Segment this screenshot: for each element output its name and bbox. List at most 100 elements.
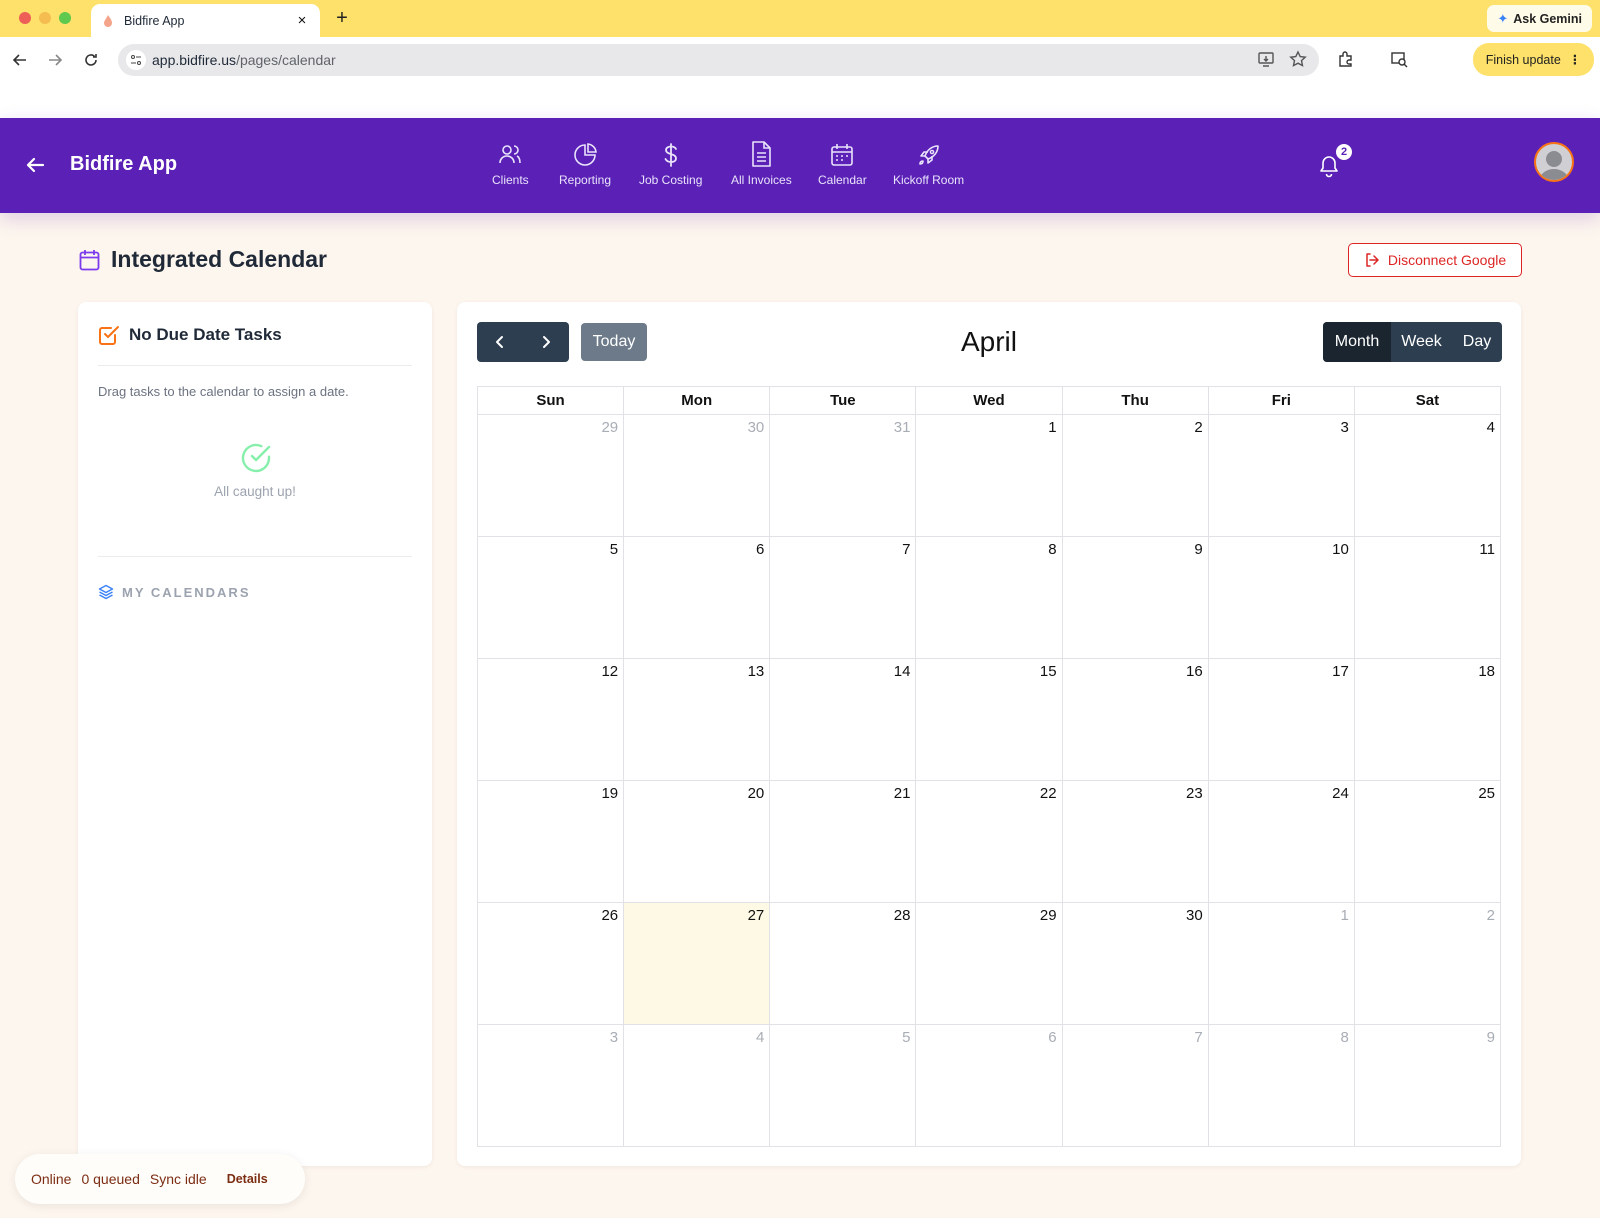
back-arrow-icon[interactable] — [24, 154, 46, 176]
calendar-icon — [79, 249, 100, 270]
user-avatar[interactable] — [1534, 142, 1574, 182]
tab-search-icon[interactable] — [1390, 50, 1408, 73]
ask-gemini-button[interactable]: ✦ Ask Gemini — [1487, 5, 1592, 32]
day-cell[interactable]: 28 — [769, 902, 917, 1025]
sync-status: Sync idle — [149, 1171, 207, 1187]
weekday-header: Fri — [1207, 386, 1355, 415]
day-cell[interactable]: 12 — [476, 658, 625, 781]
prev-month-button[interactable] — [477, 322, 523, 362]
view-week-button[interactable]: Week — [1391, 322, 1452, 362]
details-button[interactable]: Details — [227, 1172, 268, 1186]
day-cell[interactable]: 23 — [1061, 780, 1209, 903]
day-cell[interactable]: 7 — [1061, 1024, 1209, 1147]
install-app-icon[interactable] — [1257, 50, 1275, 73]
new-tab-button[interactable]: + — [332, 6, 352, 30]
day-cell[interactable]: 8 — [1207, 1024, 1355, 1147]
day-cell[interactable]: 16 — [1061, 658, 1209, 781]
disconnect-google-button[interactable]: Disconnect Google — [1348, 243, 1522, 277]
day-cell[interactable]: 31 — [769, 414, 917, 537]
day-cell[interactable]: 13 — [623, 658, 771, 781]
day-cell[interactable]: 24 — [1207, 780, 1355, 903]
queued-count: 0 queued — [81, 1171, 140, 1187]
week-row: 29 30 31 1 2 3 4 — [476, 414, 1502, 537]
day-cell[interactable]: 1 — [1207, 902, 1355, 1025]
day-cell[interactable]: 1 — [915, 414, 1063, 537]
day-cell[interactable]: 8 — [915, 536, 1063, 659]
day-cell[interactable]: 3 — [1207, 414, 1355, 537]
my-calendars-heading[interactable]: MY CALENDARS — [98, 584, 251, 600]
users-icon — [499, 145, 522, 164]
logout-icon — [1366, 253, 1379, 267]
day-cell[interactable]: 4 — [623, 1024, 771, 1147]
weekday-header: Mon — [623, 386, 771, 415]
day-cell[interactable]: 21 — [769, 780, 917, 903]
day-cell[interactable]: 2 — [1061, 414, 1209, 537]
nav-all-invoices[interactable]: All Invoices — [731, 140, 792, 187]
day-cell-today[interactable]: 27 — [623, 902, 771, 1025]
ask-gemini-label: Ask Gemini — [1513, 11, 1582, 26]
close-tab-icon[interactable]: × — [294, 12, 310, 29]
day-cell[interactable]: 22 — [915, 780, 1063, 903]
today-button[interactable]: Today — [581, 323, 647, 361]
day-cell[interactable]: 11 — [1353, 536, 1502, 659]
panel-title: No Due Date Tasks — [129, 325, 282, 344]
day-cell[interactable]: 17 — [1207, 658, 1355, 781]
day-cell[interactable]: 2 — [1353, 902, 1502, 1025]
browser-reload-button[interactable] — [81, 50, 101, 70]
window-zoom-button[interactable] — [59, 12, 71, 24]
browser-toolbar: app.bidfire.us/pages/calendar Finish upd… — [0, 37, 1600, 82]
app-title: Bidfire App — [70, 153, 178, 175]
day-cell[interactable]: 5 — [769, 1024, 917, 1147]
day-cell[interactable]: 15 — [915, 658, 1063, 781]
divider — [98, 365, 412, 366]
day-cell[interactable]: 18 — [1353, 658, 1502, 781]
address-bar[interactable]: app.bidfire.us/pages/calendar — [118, 44, 1319, 76]
document-icon — [752, 141, 772, 167]
day-cell[interactable]: 19 — [476, 780, 625, 903]
weekday-header: Sun — [476, 386, 625, 415]
day-cell[interactable]: 30 — [1061, 902, 1209, 1025]
nav-job-costing[interactable]: Job Costing — [639, 142, 702, 187]
url-text: app.bidfire.us/pages/calendar — [152, 52, 336, 68]
next-month-button[interactable] — [523, 322, 569, 362]
calendar-icon — [831, 144, 854, 166]
day-cell[interactable]: 5 — [476, 536, 625, 659]
day-cell[interactable]: 29 — [476, 414, 625, 537]
finish-update-button[interactable]: Finish update ⋮ — [1473, 43, 1594, 76]
weekday-header: Wed — [915, 386, 1063, 415]
site-settings-icon[interactable] — [126, 50, 146, 70]
chevron-left-icon — [496, 336, 503, 348]
day-cell[interactable]: 10 — [1207, 536, 1355, 659]
more-vertical-icon: ⋮ — [1568, 53, 1582, 67]
window-close-button[interactable] — [19, 12, 31, 24]
browser-back-button[interactable] — [10, 50, 30, 70]
day-cell[interactable]: 30 — [623, 414, 771, 537]
weekday-header: Thu — [1061, 386, 1209, 415]
day-cell[interactable]: 9 — [1061, 536, 1209, 659]
day-cell[interactable]: 26 — [476, 902, 625, 1025]
view-switcher: Month Week Day — [1323, 322, 1502, 362]
browser-forward-button[interactable] — [45, 50, 65, 70]
day-cell[interactable]: 7 — [769, 536, 917, 659]
nav-calendar[interactable]: Calendar — [818, 142, 867, 187]
day-cell[interactable]: 6 — [623, 536, 771, 659]
view-day-button[interactable]: Day — [1452, 322, 1502, 362]
day-cell[interactable]: 3 — [476, 1024, 625, 1147]
day-cell[interactable]: 20 — [623, 780, 771, 903]
extensions-icon[interactable] — [1337, 50, 1355, 73]
day-cell[interactable]: 25 — [1353, 780, 1502, 903]
day-cell[interactable]: 29 — [915, 902, 1063, 1025]
nav-reporting[interactable]: Reporting — [559, 142, 611, 187]
weekday-header: Tue — [769, 386, 917, 415]
bookmark-star-icon[interactable] — [1289, 50, 1307, 73]
sync-status-bar: Online 0 queued Sync idle Details — [15, 1154, 305, 1204]
window-minimize-button[interactable] — [39, 12, 51, 24]
day-cell[interactable]: 4 — [1353, 414, 1502, 537]
browser-tab[interactable]: Bidfire App × — [91, 4, 320, 37]
nav-clients[interactable]: Clients — [492, 142, 529, 187]
day-cell[interactable]: 9 — [1353, 1024, 1502, 1147]
view-month-button[interactable]: Month — [1323, 322, 1391, 362]
day-cell[interactable]: 14 — [769, 658, 917, 781]
day-cell[interactable]: 6 — [915, 1024, 1063, 1147]
nav-kickoff-room[interactable]: Kickoff Room — [893, 142, 964, 187]
